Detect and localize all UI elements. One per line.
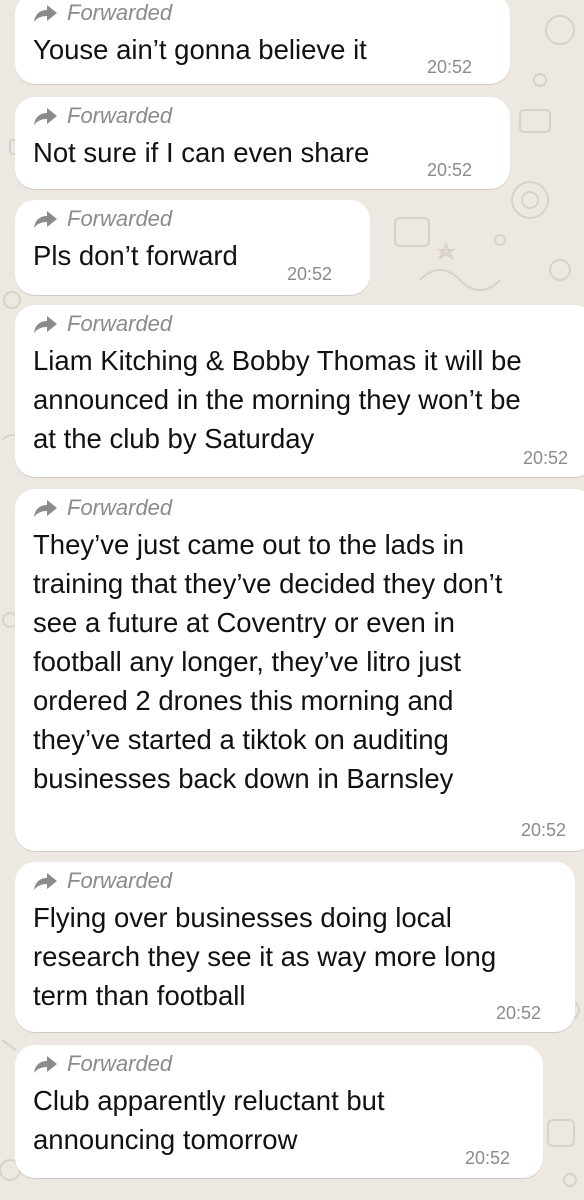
message-line: Club apparently reluctant but	[33, 1085, 385, 1116]
forward-arrow-icon	[33, 209, 59, 229]
message-line: businesses back down in Barnsley	[33, 763, 454, 794]
forwarded-label: Forwarded	[33, 205, 172, 233]
forwarded-label: Forwarded	[33, 867, 172, 895]
message-line: Not sure if I can even share	[33, 137, 370, 168]
message-line: Pls don’t forward	[33, 240, 238, 271]
message-timestamp: 20:52	[521, 820, 567, 840]
forward-arrow-icon	[33, 3, 59, 23]
message-bubble[interactable]: Forwarded Youse ain’t gonna believe it 2…	[15, 0, 510, 84]
message-line: They’ve just came out to the lads in	[33, 529, 465, 560]
message-text: Pls don’t forward	[33, 236, 238, 275]
forwarded-text: Forwarded	[67, 103, 173, 128]
forward-arrow-icon	[33, 498, 59, 518]
forwarded-label: Forwarded	[33, 0, 172, 27]
forwarded-text: Forwarded	[67, 868, 173, 893]
forwarded-text: Forwarded	[67, 1051, 173, 1076]
message-text: They’ve just came out to the lads in tra…	[33, 525, 502, 798]
message-line: Flying over businesses doing local	[33, 902, 452, 933]
forwarded-text: Forwarded	[67, 311, 173, 336]
forwarded-text: Forwarded	[67, 495, 173, 520]
message-bubble[interactable]: Forwarded They’ve just came out to the l…	[15, 489, 584, 851]
message-text: Flying over businesses doing local resea…	[33, 898, 496, 1015]
forward-arrow-icon	[33, 106, 59, 126]
forwarded-label: Forwarded	[33, 102, 172, 130]
message-line: training that they’ve decided they don’t	[33, 568, 503, 599]
message-line: ordered 2 drones this morning and	[33, 685, 454, 716]
message-line: at the club by Saturday	[33, 423, 315, 454]
forwarded-text: Forwarded	[67, 206, 173, 231]
message-line: football any longer, they’ve litro just	[33, 646, 462, 677]
message-bubble[interactable]: Forwarded Liam Kitching & Bobby Thomas i…	[15, 305, 584, 477]
forward-arrow-icon	[33, 871, 59, 891]
message-text: Youse ain’t gonna believe it	[33, 30, 367, 69]
forward-arrow-icon	[33, 314, 59, 334]
message-line: Youse ain’t gonna believe it	[33, 34, 367, 65]
message-line: term than football	[33, 980, 246, 1011]
message-text: Club apparently reluctant but announcing…	[33, 1081, 385, 1159]
message-line: announcing tomorrow	[33, 1124, 298, 1155]
message-line: Liam Kitching & Bobby Thomas it will be	[33, 345, 522, 376]
message-line: research they see it as way more long	[33, 941, 497, 972]
message-timestamp: 20:52	[523, 448, 569, 468]
message-line: announced in the morning they won’t be	[33, 384, 521, 415]
message-line: see a future at Coventry or even in	[33, 607, 455, 638]
message-line: they’ve started a tiktok on auditing	[33, 724, 449, 755]
message-timestamp: 20:52	[427, 57, 473, 77]
forwarded-label: Forwarded	[33, 494, 172, 522]
message-timestamp: 20:52	[427, 160, 473, 180]
message-timestamp: 20:52	[465, 1148, 511, 1168]
message-bubble[interactable]: Forwarded Club apparently reluctant but …	[15, 1045, 543, 1178]
message-bubble[interactable]: Forwarded Pls don’t forward 20:52	[15, 200, 370, 295]
message-timestamp: 20:52	[496, 1003, 542, 1023]
message-bubble[interactable]: Forwarded Not sure if I can even share 2…	[15, 97, 510, 189]
message-timestamp: 20:52	[287, 264, 333, 284]
forward-arrow-icon	[33, 1054, 59, 1074]
forwarded-label: Forwarded	[33, 1050, 172, 1078]
forwarded-label: Forwarded	[33, 310, 172, 338]
forwarded-text: Forwarded	[67, 0, 173, 25]
message-text: Not sure if I can even share	[33, 133, 369, 172]
message-bubble[interactable]: Forwarded Flying over businesses doing l…	[15, 862, 575, 1032]
message-text: Liam Kitching & Bobby Thomas it will be …	[33, 341, 522, 458]
